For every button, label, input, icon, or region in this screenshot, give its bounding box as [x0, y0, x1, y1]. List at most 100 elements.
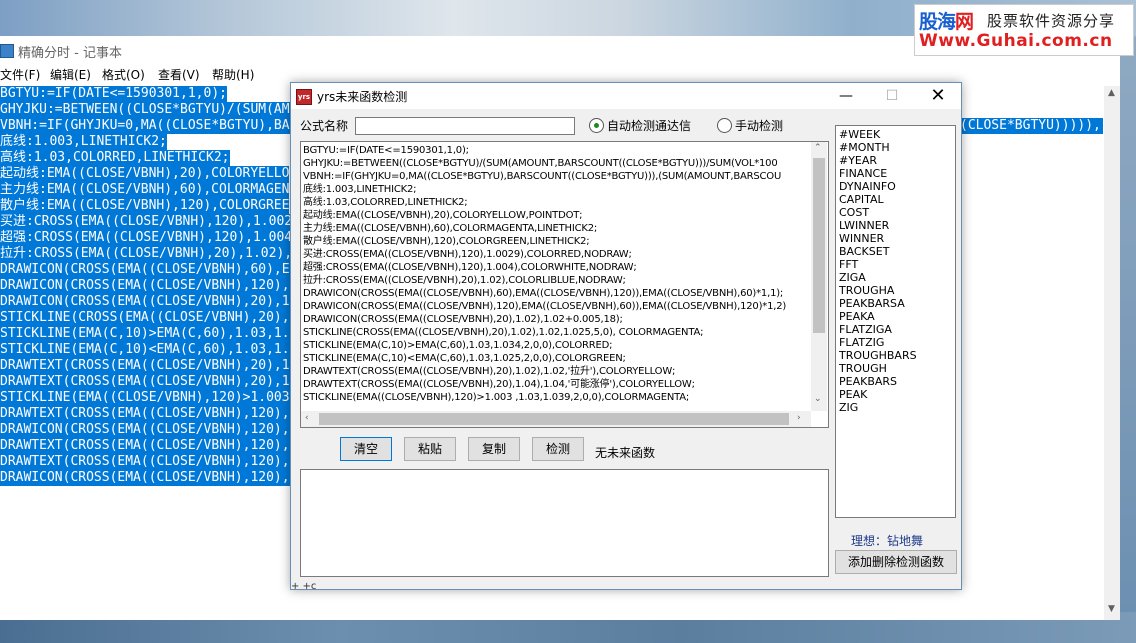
menu-help[interactable]: 帮助(H) [212, 66, 254, 83]
editor-line: 底线:1.003,LINETHICK2; [0, 134, 167, 150]
code-horizontal-scrollbar[interactable]: ‹ › [301, 411, 811, 427]
function-list-item[interactable]: COST [839, 206, 869, 219]
function-list-item[interactable]: FLATZIG [839, 336, 884, 349]
close-icon[interactable]: ✕ [915, 83, 961, 109]
function-list-item[interactable]: PEAK [839, 388, 867, 401]
editor-line: DRAWICON(CROSS(EMA((CLOSE/VBNH),60),EM [0, 262, 298, 278]
menu-format[interactable]: 格式(O) [102, 66, 145, 83]
menu-view[interactable]: 查看(V) [158, 66, 200, 83]
function-list-item[interactable]: PEAKBARSA [839, 297, 905, 310]
function-list-item[interactable]: #WEEK [839, 128, 880, 141]
menu-file[interactable]: 文件(F) [0, 66, 40, 83]
radio-manual-detect[interactable]: 手动检测 [717, 117, 797, 133]
maximize-icon[interactable]: ☐ [869, 83, 915, 109]
editor-line: DRAWTEXT(CROSS(EMA((CLOSE/VBNH),120), [0, 406, 290, 422]
editor-line: DRAWICON(CROSS(EMA((CLOSE/VBNH),20),1. [0, 294, 298, 310]
function-list-item[interactable]: BACKSET [839, 245, 889, 258]
result-textarea[interactable] [300, 469, 829, 577]
code-vertical-scrollbar[interactable]: ⌃ ⌄ [811, 142, 827, 411]
chevron-up-icon[interactable]: ⌃ [814, 143, 822, 153]
code-line: DRAWICON(CROSS(EMA((CLOSE/VBNH),20),1.02… [303, 314, 623, 325]
radio-manual-indicator[interactable] [717, 118, 732, 133]
function-list-item[interactable]: TROUGHA [839, 284, 894, 297]
copy-button[interactable]: 复制 [468, 437, 520, 461]
editor-line: DRAWICON(CROSS(EMA((CLOSE/VBNH),120),E [0, 278, 298, 294]
editor-line: 起动线:EMA((CLOSE/VBNH),20),COLORYELLO [0, 166, 290, 182]
editor-line: DRAWTEXT(CROSS(EMA((CLOSE/VBNH),120), [0, 454, 290, 470]
scroll-down-icon[interactable]: ▼ [1108, 604, 1115, 614]
function-list-item[interactable]: WINNER [839, 232, 884, 245]
editor-line: STICKLINE(EMA(C,10)<EMA(C,60),1.03,1.0 [0, 342, 298, 358]
function-list-item[interactable]: TROUGHBARS [839, 349, 917, 362]
code-line: 底线:1.003,LINETHICK2; [303, 184, 417, 195]
code-line: STICKLINE(CROSS(EMA((CLOSE/VBNH),20),1.0… [303, 327, 704, 338]
function-list-item[interactable]: ZIGA [839, 271, 866, 284]
notepad-scrollbar[interactable]: ▲ ▼ [1104, 86, 1120, 620]
editor-line: 买进:CROSS(EMA((CLOSE/VBNH),120),1.002 [0, 214, 293, 230]
chevron-down-icon[interactable]: ⌄ [814, 394, 822, 404]
code-line: 主力线:EMA((CLOSE/VBNH),60),COLORMAGENTA,LI… [303, 223, 598, 234]
code-line: VBNH:=IF(GHYJKU=0,MA((CLOSE*BGTYU),BARSC… [303, 171, 782, 182]
function-list-item[interactable]: ZIG [839, 401, 858, 414]
function-list-item[interactable]: PEAKBARS [839, 375, 897, 388]
function-list-item[interactable]: FFT [839, 258, 858, 271]
editor-line: DRAWICON(CROSS(EMA((CLOSE/VBNH),120), [0, 470, 290, 486]
radio-auto-indicator[interactable] [589, 118, 604, 133]
editor-line: 主力线:EMA((CLOSE/VBNH),60),COLORMAGEN [0, 182, 290, 198]
code-hscroll-thumb[interactable] [319, 413, 789, 425]
code-line: DRAWTEXT(CROSS(EMA((CLOSE/VBNH),20),1.04… [303, 379, 695, 390]
menu-edit[interactable]: 编辑(E) [50, 66, 91, 83]
editor-line: 超强:CROSS(EMA((CLOSE/VBNH),120),1.004 [0, 230, 293, 246]
code-line: STICKLINE(EMA(C,10)>EMA(C,60),1.03,1.034… [303, 340, 613, 351]
function-list-item[interactable]: LWINNER [839, 219, 889, 232]
minimize-icon[interactable]: — [823, 83, 869, 109]
editor-line: DRAWICON(CROSS(EMA((CLOSE/VBNH),120), [0, 422, 290, 438]
notepad-title: 精确分时 - 记事本 [18, 46, 122, 61]
editor-line: VBNH:=IF(GHYJKU=0,MA((CLOSE*BGTYU),BAR [0, 118, 298, 134]
code-line: 起动线:EMA((CLOSE/VBNH),20),COLORYELLOW,POI… [303, 210, 583, 221]
code-line: GHYJKU:=BETWEEN((CLOSE*BGTYU)/(SUM(AMOUN… [303, 158, 778, 169]
watermark-logo: 股海网 股票软件资源分享 Www.Guhai.com.cn [914, 4, 1134, 56]
function-list-item[interactable]: TROUGH [839, 362, 887, 375]
function-list-item[interactable]: DYNAINFO [839, 180, 896, 193]
function-list-item[interactable]: CAPITAL [839, 193, 884, 206]
scroll-up-icon[interactable]: ▲ [1108, 88, 1115, 98]
function-listbox[interactable]: #WEEK #MONTH #YEAR FINANCE DYNAINFO CAPITAL CO… [835, 125, 956, 518]
radio-auto-detect[interactable]: 自动检测通达信 [589, 117, 699, 133]
function-list-item[interactable]: PEAKA [839, 310, 875, 323]
function-list-item[interactable]: FLATZIGA [839, 323, 892, 336]
detection-status: 无未来函数 [595, 446, 656, 460]
code-line: 高线:1.03,COLORRED,LINETHICK2; [303, 197, 468, 208]
dialog-title: yrs未来函数检测 [317, 90, 408, 104]
clear-button[interactable]: 清空 [340, 437, 392, 461]
function-list-item[interactable]: FINANCE [839, 167, 887, 180]
radio-auto-label: 自动检测通达信 [607, 119, 692, 133]
dialog-bottom-fragment: + +c [291, 581, 317, 592]
paste-button[interactable]: 粘贴 [404, 437, 456, 461]
formula-name-label: 公式名称 [300, 119, 349, 133]
notepad-icon [0, 44, 14, 58]
code-line: 买进:CROSS(EMA((CLOSE/VBNH),120),1.0029),C… [303, 249, 632, 260]
add-delete-functions-button[interactable]: 添加删除检测函数 [835, 550, 957, 574]
code-line: DRAWTEXT(CROSS(EMA((CLOSE/VBNH),20),1.02… [303, 366, 676, 377]
editor-line: GHYJKU:=BETWEEN((CLOSE*BGTYU)/(SUM(AMO [0, 102, 298, 118]
code-scroll-thumb[interactable] [813, 158, 825, 333]
editor-line: DRAWTEXT(CROSS(EMA((CLOSE/VBNH),120), [0, 438, 290, 454]
code-line: DRAWICON(CROSS(EMA((CLOSE/VBNH),60),EMA(… [303, 288, 784, 299]
code-line: BGTYU:=IF(DATE<=1590301,1,0); [303, 145, 469, 156]
watermark-slogan: 股票软件资源分享 [987, 12, 1116, 30]
chevron-right-icon[interactable]: › [797, 413, 801, 423]
code-line: 超强:CROSS(EMA((CLOSE/VBNH),120),1.004),CO… [303, 262, 637, 273]
dialog-titlebar: yrs yrs未来函数检测 — ☐ ✕ [291, 83, 961, 109]
formula-code-textarea[interactable]: BGTYU:=IF(DATE<=1590301,1,0); GHYJKU:=BET… [300, 141, 829, 428]
formula-name-input[interactable] [355, 117, 575, 135]
chevron-left-icon[interactable]: ‹ [305, 413, 309, 423]
editor-line: DRAWTEXT(CROSS(EMA((CLOSE/VBNH),20),1. [0, 374, 298, 390]
function-list-item[interactable]: #YEAR [839, 154, 877, 167]
check-button[interactable]: 检测 [532, 437, 584, 461]
function-list-item[interactable]: #MONTH [839, 141, 890, 154]
future-function-dialog: yrs yrs未来函数检测 — ☐ ✕ 公式名称 自动检测通达信 手动检测 BG… [290, 82, 962, 592]
code-line: 散户线:EMA((CLOSE/VBNH),120),COLORGREEN,LIN… [303, 236, 590, 247]
editor-line: 散户线:EMA((CLOSE/VBNH),120),COLORGREE [0, 198, 290, 214]
code-line: STICKLINE(EMA(C,10)<EMA(C,60),1.03,1.025… [303, 353, 626, 364]
